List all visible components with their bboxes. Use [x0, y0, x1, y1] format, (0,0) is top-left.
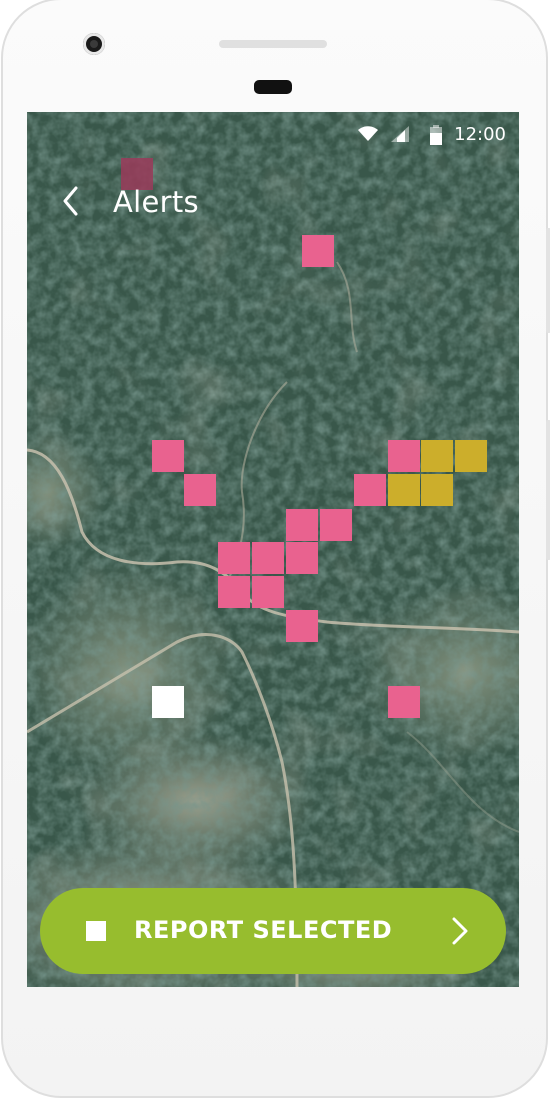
checkbox-icon[interactable]: [86, 921, 106, 941]
alert-cell[interactable]: [455, 440, 487, 472]
alert-cell[interactable]: [286, 542, 318, 574]
status-time: 12:00: [454, 124, 506, 145]
signal-icon: [391, 126, 409, 142]
alert-cell[interactable]: [252, 542, 284, 574]
alert-cell[interactable]: [286, 610, 318, 642]
alert-cell[interactable]: [152, 440, 184, 472]
alert-cell[interactable]: [388, 474, 420, 506]
alert-cell[interactable]: [421, 440, 453, 472]
phone-frame: 12:00 Alerts REPORT SELECTED: [0, 0, 550, 1098]
alert-cell[interactable]: [320, 509, 352, 541]
battery-icon: [430, 125, 442, 145]
alert-cell[interactable]: [152, 686, 184, 718]
alert-cell[interactable]: [218, 542, 250, 574]
back-button[interactable]: [57, 186, 87, 216]
chevron-right-icon: [452, 917, 468, 945]
alert-cell[interactable]: [421, 474, 453, 506]
app-bar: Alerts: [27, 172, 519, 232]
earpiece-speaker: [219, 40, 327, 48]
wifi-icon: [358, 126, 378, 141]
alert-cell[interactable]: [252, 576, 284, 608]
volume-button: [546, 420, 550, 560]
report-selected-button[interactable]: REPORT SELECTED: [40, 888, 506, 974]
status-bar: 12:00: [27, 112, 519, 156]
alert-cell[interactable]: [184, 474, 216, 506]
chevron-left-icon: [63, 186, 78, 216]
page-title: Alerts: [113, 185, 199, 219]
screen: 12:00 Alerts REPORT SELECTED: [27, 112, 519, 987]
proximity-sensor: [254, 80, 292, 94]
alert-cell[interactable]: [354, 474, 386, 506]
report-selected-label: REPORT SELECTED: [134, 916, 393, 944]
alert-cell[interactable]: [302, 235, 334, 267]
alert-cell[interactable]: [218, 576, 250, 608]
power-button: [546, 228, 550, 333]
front-camera: [83, 33, 105, 55]
alert-cell[interactable]: [388, 440, 420, 472]
alert-cell[interactable]: [286, 509, 318, 541]
alert-cell[interactable]: [388, 686, 420, 718]
